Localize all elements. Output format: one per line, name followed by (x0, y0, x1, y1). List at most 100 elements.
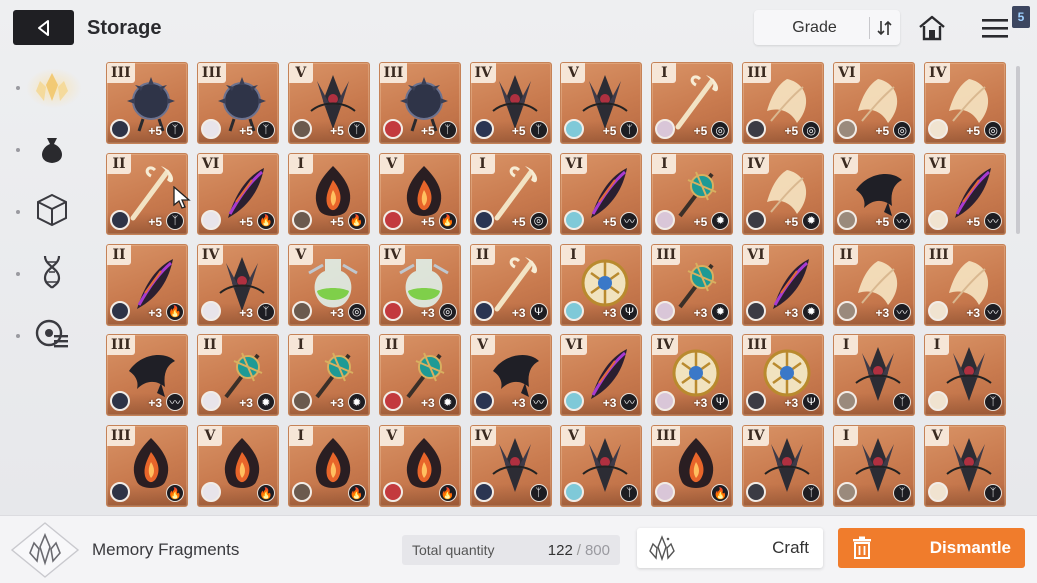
item-tile[interactable]: VI +5 ◎ (833, 62, 916, 144)
item-tile[interactable]: V +5 ᛉ (287, 62, 370, 144)
item-tile[interactable]: V 🔥 (378, 425, 461, 508)
item-tile[interactable]: III +3 〰 (106, 334, 188, 417)
item-tile[interactable]: Iᛉ (924, 334, 1007, 417)
item-grid: III +5 ᛉ III +5 ᛉ V +5 ᛉ III +5 ᛉ IV +5 ᛉ V +5 ᛉ I +5 ◎ III +5… (106, 62, 1007, 508)
item-tile[interactable]: Vᛉ (560, 425, 643, 508)
character-avatar (746, 482, 767, 503)
item-tile[interactable]: V +3 〰 (469, 334, 552, 417)
grade-badge: V (288, 63, 313, 83)
item-tile[interactable]: III +5 ᛉ (378, 62, 461, 144)
sort-button[interactable]: Grade (754, 10, 900, 45)
dismantle-label: Dismantle (929, 538, 1011, 557)
sidebar-item-dna[interactable] (30, 250, 74, 294)
character-avatar (564, 209, 585, 230)
item-tile[interactable]: III +5 ◎ (742, 62, 825, 144)
item-tile[interactable]: IV +5 ✹ (742, 152, 825, 235)
sidebar-item-memory-fragments[interactable] (30, 66, 74, 110)
item-tile[interactable]: VI +3 ✹ (742, 243, 825, 326)
enhancement-level: +3 (966, 305, 981, 320)
item-tile[interactable]: V 🔥 (196, 425, 279, 508)
element-icon: ᛉ (438, 121, 457, 139)
craft-button[interactable]: Craft (637, 528, 823, 568)
item-tile[interactable]: I +5 ◎ (651, 62, 734, 144)
memory-fragment-icon (36, 73, 68, 101)
dismantle-button[interactable]: Dismantle (838, 528, 1025, 568)
item-tile[interactable]: Iᛉ (833, 425, 916, 508)
enhancement-level: +5 (148, 124, 162, 138)
item-tile[interactable]: V +3 ◎ (287, 243, 370, 326)
item-tile[interactable]: I +3 ✹ (287, 334, 370, 417)
scrollbar[interactable] (1016, 66, 1020, 234)
pouch-icon (42, 138, 62, 163)
sort-order-icon[interactable] (870, 19, 900, 37)
character-avatar (746, 209, 767, 230)
item-tile[interactable]: V +5 🔥 (378, 152, 461, 235)
item-tile[interactable]: VI +5 🔥 (196, 152, 279, 235)
item-tile[interactable]: I 🔥 (287, 425, 370, 508)
item-tile[interactable]: III +5 ᛉ (106, 62, 188, 144)
item-tile[interactable]: III +3 ✹ (651, 243, 734, 326)
item-tile[interactable]: IV ᛉ (742, 425, 825, 508)
item-tile[interactable]: II +3 🔥 (106, 243, 188, 326)
item-tile[interactable]: II +3 ✹ (378, 334, 461, 417)
grade-badge: III (925, 244, 953, 265)
sidebar-item-pouch[interactable] (30, 128, 74, 172)
element-icon: ᛉ (893, 393, 912, 412)
element-icon: ◎ (529, 211, 548, 230)
character-avatar (473, 391, 494, 412)
element-icon: 🔥 (166, 484, 184, 503)
disc-list-icon (35, 319, 68, 348)
item-tile[interactable]: I +3 Ψ (560, 243, 643, 326)
item-tile[interactable]: III +5 ᛉ (196, 62, 279, 144)
item-tile[interactable]: V +5 〰 (833, 152, 916, 235)
menu-button[interactable] (977, 12, 1013, 44)
item-tile[interactable]: IV +3 Ψ (651, 334, 734, 417)
item-tile[interactable]: III 🔥 (106, 425, 188, 508)
grade-badge: V (197, 426, 222, 447)
item-tile[interactable]: II +3 ✹ (196, 334, 279, 417)
back-button[interactable] (13, 10, 74, 45)
home-button[interactable] (914, 12, 950, 44)
grade-badge: VI (561, 153, 587, 174)
element-icon: ✹ (347, 393, 366, 412)
element-icon: ᛉ (529, 121, 548, 139)
item-tile[interactable]: I +5 ◎ (469, 152, 552, 235)
item-tile[interactable]: VI +5 〰 (924, 152, 1007, 235)
item-tile[interactable]: VI +5 〰 (560, 152, 643, 235)
cube-icon (37, 193, 67, 227)
sidebar-item-disc-list[interactable] (30, 312, 74, 356)
item-tile[interactable]: IV +3 ◎ (378, 243, 461, 326)
item-tile[interactable]: V +5 ᛉ (560, 62, 643, 144)
item-tile[interactable]: Vᛉ (924, 425, 1007, 508)
item-tile[interactable]: IV +5 ◎ (924, 62, 1007, 144)
grade-badge: VI (743, 244, 769, 265)
grade-badge: II (107, 244, 131, 265)
element-icon: ᛉ (347, 121, 366, 139)
character-avatar (564, 482, 585, 503)
item-tile[interactable]: IV ᛉ (469, 425, 552, 508)
item-tile[interactable]: III 🔥 (651, 425, 734, 508)
back-arrow-icon (37, 19, 49, 36)
item-tile[interactable]: Iᛉ (833, 334, 916, 417)
item-tile[interactable]: VI +3 〰 (560, 334, 643, 417)
grade-badge: I (470, 153, 495, 174)
element-icon: ᛉ (984, 393, 1003, 412)
element-icon: 🔥 (438, 211, 457, 230)
character-avatar (928, 300, 949, 321)
dna-icon (43, 255, 61, 289)
character-avatar (928, 209, 949, 230)
sidebar-dot (16, 148, 20, 152)
item-tile[interactable]: IV +5 ᛉ (469, 62, 552, 144)
item-tile[interactable]: I +5 🔥 (287, 152, 370, 235)
enhancement-level: +5 (693, 124, 708, 138)
item-tile[interactable]: IV +3 ᛉ (196, 243, 279, 326)
element-icon: 〰 (166, 393, 184, 412)
item-tile[interactable]: III +3 〰 (924, 243, 1007, 326)
item-tile[interactable]: III +3 Ψ (742, 334, 825, 417)
current-quantity: 122 (547, 541, 573, 559)
item-tile[interactable]: II +3 〰 (833, 243, 916, 326)
item-tile[interactable]: II +3 Ψ (469, 243, 552, 326)
item-tile[interactable]: I +5 ✹ (651, 152, 734, 235)
hamburger-icon (982, 19, 1008, 38)
sidebar-item-cube[interactable] (30, 188, 74, 232)
